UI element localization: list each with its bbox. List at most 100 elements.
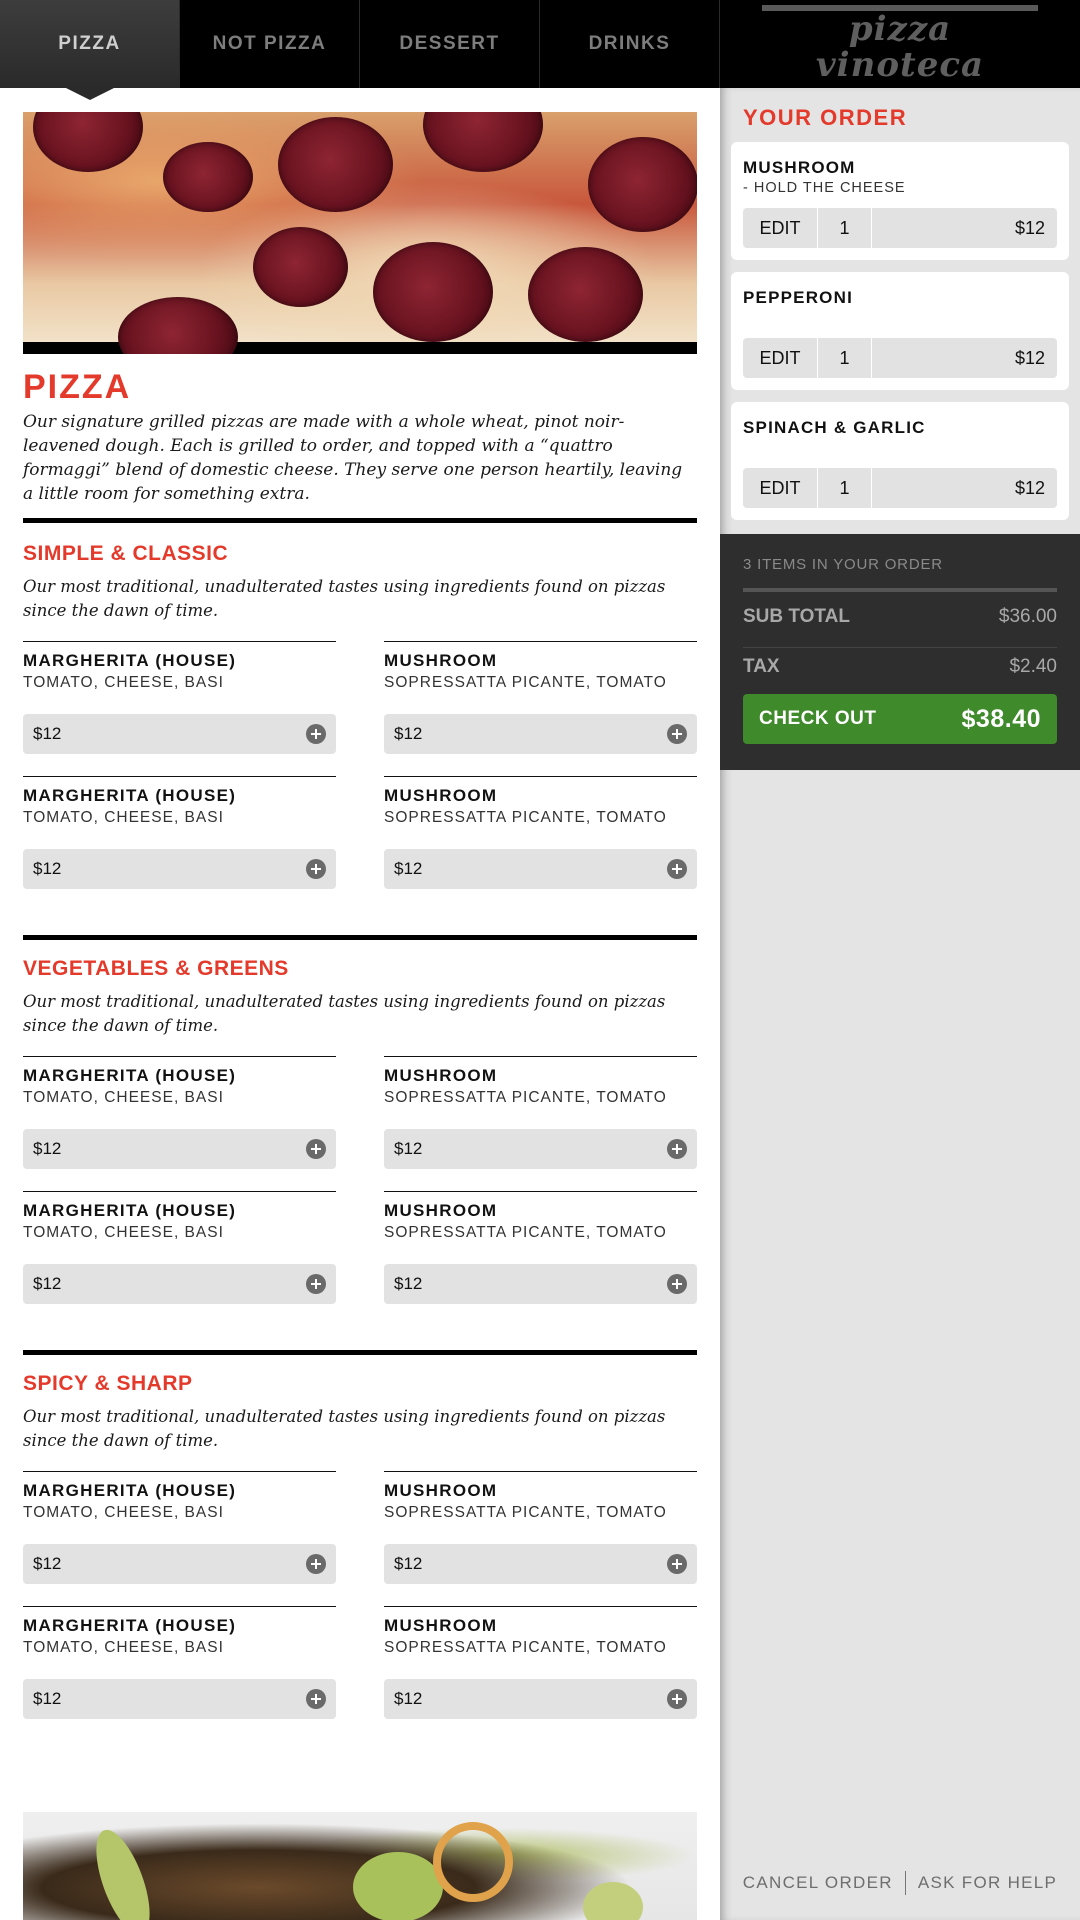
footer-links: CANCEL ORDER ASK FOR HELP [720,1871,1080,1895]
item-name: MUSHROOM [384,1066,498,1085]
hero-image [23,112,697,354]
menu-item: MARGHERITA (HOUSE) TOMATO, CHEESE, BASI … [23,1471,336,1584]
add-item-button[interactable]: $12 [23,714,336,754]
add-item-button[interactable]: $12 [23,1264,336,1304]
item-price: $12 [394,1554,423,1573]
checkout-button[interactable]: CHECK OUT $38.40 [743,694,1057,744]
add-item-button[interactable]: $12 [384,714,697,754]
order-item-controls: EDIT 1 $12 [743,468,1057,508]
add-item-button[interactable]: $12 [384,1264,697,1304]
menu-item: MUSHROOM SOPRESSATTA PICANTE, TOMATO $12 [384,776,697,889]
tax-row: TAX $2.40 [743,656,1057,678]
pepperoni-slice [373,242,493,342]
category-title: VEGETABLES & GREENS [23,957,289,980]
item-price: $12 [33,1139,62,1158]
section-divider [23,1350,697,1355]
tab-drinks[interactable]: DRINKS [540,0,720,88]
add-item-button[interactable]: $12 [23,1129,336,1169]
item-price: $12 [33,1689,62,1708]
quantity-field[interactable]: 1 [818,208,872,248]
plus-circle-icon [306,724,326,744]
order-item: PEPPERONI EDIT 1 $12 [731,272,1069,390]
item-ingredients: TOMATO, CHEESE, BASI [23,1224,224,1241]
quantity-field[interactable]: 1 [818,338,872,378]
tax-value: $2.40 [1009,656,1057,677]
item-name: MARGHERITA (HOUSE) [23,651,237,670]
plus-circle-icon [667,724,687,744]
category-title: SIMPLE & CLASSIC [23,542,229,565]
order-item: SPINACH & GARLIC EDIT 1 $12 [731,402,1069,520]
category-description: Our most traditional, unadulterated tast… [23,577,666,620]
item-name: MUSHROOM [384,651,498,670]
item-ingredients: TOMATO, CHEESE, BASI [23,674,224,691]
pepperoni-slice [253,227,348,307]
category-tabs: PIZZA NOT PIZZA DESSERT DRINKS [0,0,720,100]
item-name: MUSHROOM [384,786,498,805]
plus-circle-icon [306,1274,326,1294]
order-item-price: $12 [1014,217,1045,238]
category-description: Our most traditional, unadulterated tast… [23,992,666,1035]
item-name: MARGHERITA (HOUSE) [23,786,237,805]
item-name: MARGHERITA (HOUSE) [23,1066,237,1085]
order-item-name: PEPPERONI [743,288,853,307]
item-ingredients: SOPRESSATTA PICANTE, TOMATO [384,1224,667,1241]
item-count: 3 ITEMS IN YOUR ORDER [743,556,943,573]
edit-button[interactable]: EDIT [743,338,818,378]
category-title: SPICY & SHARP [23,1372,193,1395]
edit-button[interactable]: EDIT [743,208,818,248]
add-item-button[interactable]: $12 [384,849,697,889]
item-price: $12 [394,859,423,878]
pepperoni-slice [528,247,643,342]
category-spicy-sharp: SPICY & SHARP Our most traditional, unad… [23,1350,697,1719]
item-ingredients: TOMATO, CHEESE, BASI [23,1089,224,1106]
add-item-button[interactable]: $12 [23,1544,336,1584]
menu-item: MUSHROOM SOPRESSATTA PICANTE, TOMATO $12 [384,641,697,754]
category-description: Our most traditional, unadulterated tast… [23,1407,666,1450]
quantity-field[interactable]: 1 [818,468,872,508]
pepperoni-slice [33,112,143,172]
tax-label: TAX [743,656,780,677]
order-item-controls: EDIT 1 $12 [743,208,1057,248]
ask-for-help-link[interactable]: ASK FOR HELP [918,1873,1057,1893]
item-ingredients: SOPRESSATTA PICANTE, TOMATO [384,1504,667,1521]
menu-item: MUSHROOM SOPRESSATTA PICANTE, TOMATO $12 [384,1191,697,1304]
plus-circle-icon [667,1274,687,1294]
item-name: MARGHERITA (HOUSE) [23,1201,237,1220]
dish-garnish [353,1852,443,1920]
tab-not-pizza[interactable]: NOT PIZZA [180,0,360,88]
item-price: $12 [394,724,423,743]
tab-dessert[interactable]: DESSERT [360,0,540,88]
order-item-name: MUSHROOM [743,158,856,177]
item-name: MARGHERITA (HOUSE) [23,1481,237,1500]
menu-item: MARGHERITA (HOUSE) TOMATO, CHEESE, BASI … [23,1606,336,1719]
add-item-button[interactable]: $12 [23,849,336,889]
order-item-price: $12 [1014,347,1045,368]
order-item-price: $12 [1014,477,1045,498]
add-item-button[interactable]: $12 [384,1544,697,1584]
order-sidebar: YOUR ORDER MUSHROOM - HOLD THE CHEESE ED… [720,88,1080,1920]
item-ingredients: TOMATO, CHEESE, BASI [23,809,224,826]
pizza-photo [23,112,697,354]
tab-pizza[interactable]: PIZZA [0,0,180,100]
item-price: $12 [33,1274,62,1293]
item-name: MUSHROOM [384,1481,498,1500]
cancel-order-link[interactable]: CANCEL ORDER [743,1873,893,1893]
dish-garnish [85,1823,161,1920]
edit-button[interactable]: EDIT [743,468,818,508]
menu-item: MARGHERITA (HOUSE) TOMATO, CHEESE, BASI … [23,776,336,889]
item-price: $12 [33,724,62,743]
add-item-button[interactable]: $12 [23,1679,336,1719]
plus-circle-icon [667,859,687,879]
pepperoni-slice [118,297,238,354]
item-ingredients: TOMATO, CHEESE, BASI [23,1639,224,1656]
add-item-button[interactable]: $12 [384,1129,697,1169]
plus-circle-icon [306,1689,326,1709]
checkout-label: CHECK OUT [759,708,877,729]
page-title: PIZZA [23,368,132,406]
menu-intro: Our signature grilled pizzas are made wi… [23,412,683,504]
subtotal-label: SUB TOTAL [743,606,850,627]
add-item-button[interactable]: $12 [384,1679,697,1719]
item-name: MUSHROOM [384,1616,498,1635]
item-name: MARGHERITA (HOUSE) [23,1616,237,1635]
item-name: MUSHROOM [384,1201,498,1220]
